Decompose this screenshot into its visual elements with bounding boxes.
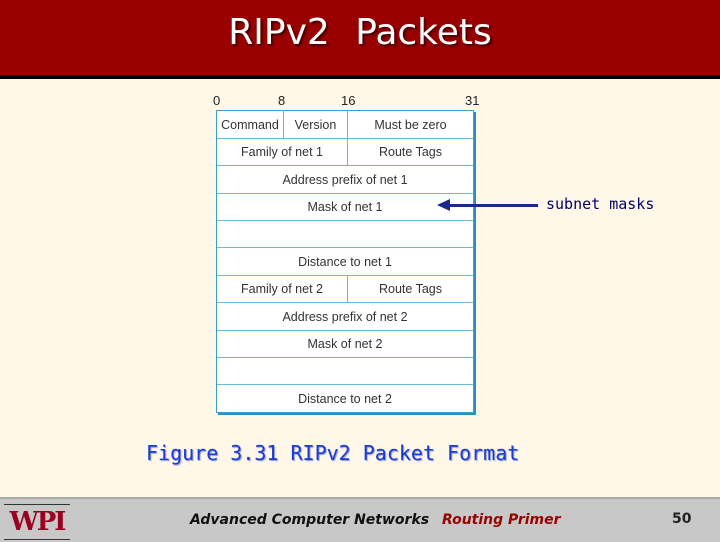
packet-row: Address prefix of net 2 — [217, 303, 473, 331]
field-address-prefix-net1: Address prefix of net 1 — [282, 172, 408, 187]
field-distance-net2: Distance to net 2 — [298, 391, 392, 406]
packet-row — [217, 358, 473, 385]
field-command: Command — [217, 111, 284, 138]
bit-label-8: 8 — [278, 93, 286, 108]
field-empty-1 — [217, 221, 473, 247]
bit-label-0: 0 — [213, 93, 221, 108]
field-must-be-zero: Must be zero — [374, 117, 447, 132]
figure-caption: Figure 3.31 RIPv2 Packet Format — [146, 441, 520, 465]
field-route-tags-2: Route Tags — [378, 282, 442, 296]
packet-row: Distance to net 2 — [217, 385, 473, 412]
arrow-line — [448, 204, 538, 207]
wpi-logo: WPI — [4, 504, 70, 540]
arrow-left-icon — [437, 199, 450, 211]
page-number: 50 — [672, 511, 692, 527]
slide-title: RIPv2 Packets — [228, 12, 492, 53]
packet-row: Mask of net 1 — [217, 194, 473, 221]
packet-row: Mask of net 2 — [217, 331, 473, 358]
field-address-prefix-net2: Address prefix of net 2 — [282, 309, 408, 324]
packet-row — [217, 221, 473, 248]
packet-row: Address prefix of net 1 — [217, 166, 473, 194]
packet-row: Family of net 2 Route Tags — [217, 276, 473, 303]
topic-name: Routing Primer — [442, 512, 561, 528]
packet-row: Distance to net 1 — [217, 248, 473, 276]
field-family-net2: Family of net 2 — [217, 276, 348, 302]
packet-format-diagram: Command Version Must be zero Family of n… — [216, 110, 474, 413]
field-version: Version — [284, 111, 348, 138]
field-mask-net2: Mask of net 2 — [307, 337, 383, 351]
field-empty-2 — [217, 358, 473, 384]
bit-label-31: 31 — [465, 93, 480, 108]
title-bar: RIPv2 Packets — [0, 0, 720, 79]
course-name: Advanced Computer Networks — [190, 512, 430, 528]
field-distance-net1: Distance to net 1 — [298, 254, 392, 269]
packet-row: Command Version Must be zero — [217, 111, 473, 139]
field-route-tags-1: Route Tags — [378, 145, 442, 159]
packet-row: Family of net 1 Route Tags — [217, 139, 473, 166]
bit-label-16: 16 — [341, 93, 356, 108]
subnet-masks-annotation: subnet masks — [546, 195, 655, 213]
field-mask-net1: Mask of net 1 — [307, 200, 383, 214]
field-family-net1: Family of net 1 — [217, 139, 348, 165]
